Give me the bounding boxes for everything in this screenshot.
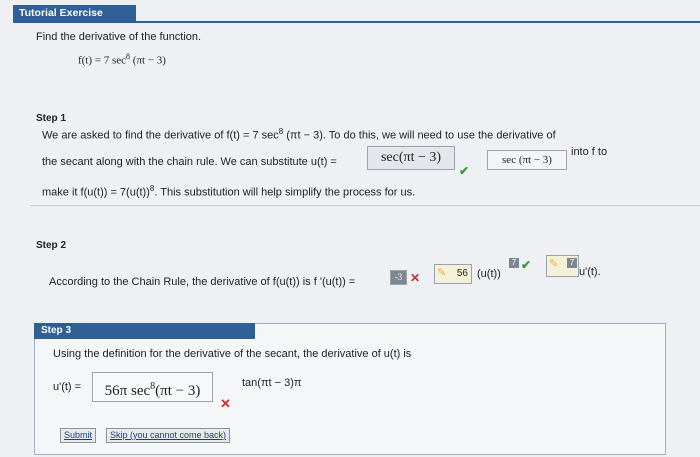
step1-check-icon: ✔	[459, 164, 470, 178]
step1-divider	[30, 205, 700, 206]
step2-answer-input[interactable]: -3	[390, 270, 407, 285]
step3-lhs: u'(t) =	[53, 381, 82, 393]
step2-tail-text: u'(t).	[579, 266, 601, 278]
step1-label: Step 1	[36, 113, 67, 124]
header-underline	[13, 21, 700, 23]
step3-text: Using the definition for the derivative …	[53, 348, 412, 360]
step1-line1: We are asked to find the derivative of f…	[42, 127, 556, 142]
step2-exponent-input[interactable]: ✎ 7	[546, 255, 579, 277]
tutorial-header: Tutorial Exercise	[13, 5, 136, 21]
step1-correct-answer: sec (πt − 3)	[487, 150, 567, 170]
pencil-icon-2: ✎	[549, 258, 559, 270]
function-argument: (πt − 3)	[132, 54, 166, 67]
step3-answer-tail: (πt − 3)	[155, 383, 201, 399]
function-exponent: 8	[126, 52, 131, 61]
step3-cross-icon: ✕	[220, 396, 231, 411]
step2-exponent-badge[interactable]: 7	[509, 258, 519, 268]
step2-coefficient-input[interactable]: ✎ 56	[434, 264, 472, 284]
step1-function: f(t) = 7 sec	[226, 129, 279, 142]
step3-right-text: tan(πt − 3)π	[242, 377, 302, 389]
submit-button[interactable]: Submit	[60, 428, 97, 443]
step1-line2: the secant along with the chain rule. We…	[42, 156, 337, 168]
step2-cross-icon: ✕	[410, 271, 421, 285]
step2-text: According to the Chain Rule, the derivat…	[49, 276, 356, 288]
step1-line3-text: make it f(u(t)) = 7(u(t))	[42, 186, 150, 199]
step1-answer-input[interactable]: sec(πt − 3)	[367, 146, 455, 170]
step1-line1-tail: (πt − 3). To do this, we will need to us…	[283, 129, 556, 142]
step1-line1-text: We are asked to find the derivative of	[42, 129, 227, 142]
step1-line3: make it f(u(t)) = 7(u(t))8. This substit…	[42, 184, 415, 199]
step1-line2-text: the secant along with the chain rule. We…	[42, 156, 311, 168]
step2-exponent-badge-2: 7	[567, 258, 577, 268]
step1-line3-tail: . This substitution will help simplify t…	[154, 186, 416, 199]
step1-into-text: into f to	[571, 146, 608, 158]
step3-answer-main: 56π sec	[104, 383, 151, 399]
step2-ut-text: (u(t))	[477, 268, 501, 280]
problem-function: f(t) = 7 sec8 (πt − 3)	[78, 52, 166, 67]
problem-prompt: Find the derivative of the function.	[36, 31, 202, 43]
skip-button[interactable]: Skip (you cannot come back)	[106, 428, 231, 443]
pencil-icon: ✎	[437, 267, 447, 279]
step3-label: Step 3	[34, 323, 255, 339]
step2-check-icon: ✔	[521, 258, 532, 272]
step1-u-def: u(t) =	[310, 156, 337, 168]
step2-label: Step 2	[36, 240, 67, 251]
step3-answer-input[interactable]: 56π sec8(πt − 3)	[92, 372, 213, 402]
function-lhs: f(t) = 7 sec	[78, 54, 127, 67]
step2-coefficient-value: 56	[456, 268, 468, 279]
